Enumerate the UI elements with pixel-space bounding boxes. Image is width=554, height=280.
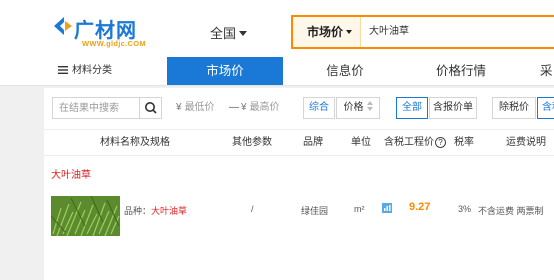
product-variety: 品种：大叶油草 (124, 204, 187, 217)
sort-price-button[interactable]: 价格 (336, 97, 380, 119)
search-box: 市场价 大叶油草 (291, 15, 554, 49)
site-logo[interactable]: 广材网 WWW.gldjc.COM (52, 12, 152, 50)
variety-label: 品种： (124, 206, 152, 216)
sort-composite-button[interactable]: 综合 (303, 97, 335, 119)
product-image[interactable] (51, 196, 120, 236)
group-title[interactable]: 大叶油草 (51, 166, 91, 181)
table-header: 材料名称及规格 其他参数 品牌 单位 含税工程价? 税率 运费说明 (44, 130, 554, 156)
main-nav: 材料分类 市场价 信息价 价格行情 采 (0, 57, 554, 86)
tab-market-price[interactable]: 市场价 (167, 57, 283, 85)
unit-cell: m² (354, 204, 365, 214)
sort-price-label: 价格 (343, 102, 364, 113)
results-panel: ¥最低价 — ¥最高价 综合 价格 全部 含报价单 除税价 含税 材料名称及规格… (44, 88, 554, 280)
header-tax-price-label: 含税工程价 (384, 137, 434, 148)
filter-bar: ¥最低价 — ¥最高价 综合 价格 全部 含报价单 除税价 含税 (44, 88, 554, 130)
search-type-label: 市场价 (307, 25, 344, 39)
search-type-dropdown[interactable]: 市场价 (293, 17, 361, 47)
price-cell: 9.27 (409, 201, 431, 213)
header-shipping: 运费说明 (506, 137, 546, 148)
tax-rate-cell: 3% (458, 204, 472, 214)
logo-mark-icon (54, 17, 72, 35)
variety-value[interactable]: 大叶油草 (151, 206, 187, 216)
region-selector[interactable]: 全国 (210, 23, 248, 42)
other-params: / (251, 204, 254, 214)
tax-included-button[interactable]: 含税 (537, 97, 554, 119)
result-search-input[interactable] (53, 98, 141, 118)
tab-more[interactable]: 采 (540, 57, 554, 85)
caret-down-icon (239, 31, 248, 36)
max-price-input[interactable]: ¥ 最高价 (241, 97, 297, 119)
filter-quote-button[interactable]: 含报价单 (429, 97, 477, 119)
search-input[interactable]: 大叶油草 (369, 17, 409, 47)
search-icon (145, 102, 157, 114)
tax-excluded-button[interactable]: 除税价 (492, 97, 536, 119)
brand-cell: 绿佳园 (301, 206, 329, 216)
chart-bars-icon (384, 205, 391, 211)
tab-info-price[interactable]: 信息价 (290, 57, 400, 85)
logo-url: WWW.gldjc.COM (82, 39, 146, 48)
price-chart-icon[interactable] (382, 203, 392, 213)
search-button[interactable] (139, 98, 161, 118)
header-unit: 单位 (351, 137, 371, 148)
min-price-placeholder: 最低价 (184, 102, 215, 113)
shipping-cell: 不含运费 两票制 (478, 206, 544, 216)
grass-image (51, 196, 120, 236)
tab-price-trend[interactable]: 价格行情 (406, 57, 516, 85)
category-menu[interactable]: 材料分类 (58, 57, 112, 85)
menu-icon (58, 66, 68, 74)
help-icon[interactable]: ? (435, 137, 446, 148)
result-search (52, 97, 162, 119)
header-other: 其他参数 (232, 137, 272, 148)
header: 广材网 WWW.gldjc.COM 全国 市场价 大叶油草 (0, 0, 554, 57)
currency-symbol: ¥ (241, 102, 247, 113)
header-tax-price: 含税工程价? (384, 130, 446, 156)
header-tax-rate: 税率 (454, 137, 474, 148)
caret-down-icon (346, 30, 353, 34)
min-price-input[interactable]: ¥ 最低价 (176, 97, 232, 119)
price-range-dash: — (229, 102, 239, 113)
category-label: 材料分类 (72, 65, 112, 76)
region-label: 全国 (210, 26, 237, 41)
header-brand: 品牌 (303, 137, 323, 148)
max-price-placeholder: 最高价 (249, 102, 280, 113)
sort-arrows-icon (366, 101, 373, 111)
filter-all-button[interactable]: 全部 (396, 97, 428, 119)
currency-symbol: ¥ (176, 102, 182, 113)
header-name: 材料名称及规格 (100, 137, 170, 148)
